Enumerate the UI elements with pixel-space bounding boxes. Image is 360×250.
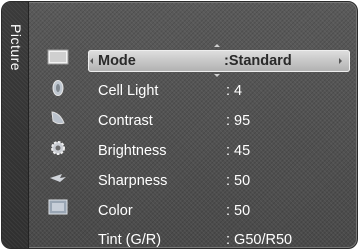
picture-icon[interactable]: [47, 48, 69, 66]
menu-item-label: Brightness: [98, 143, 167, 159]
tv-menu-panel: Picture Mode:Standard Cell Light: 4 Co…: [1, 1, 358, 249]
arrow-right-icon: [339, 58, 342, 64]
sound-icon[interactable]: [47, 79, 69, 97]
channel-icon[interactable]: [47, 109, 69, 127]
category-tab-label: Picture: [8, 24, 24, 72]
menu-item-contrast[interactable]: Contrast : 95: [88, 110, 350, 132]
menu-item-value: : 50: [226, 173, 251, 189]
menu-item-value: :Standard: [224, 53, 292, 69]
menu-item-brightness[interactable]: Brightness : 45: [88, 140, 350, 162]
menu-item-label: Mode: [98, 53, 136, 69]
menu-item-label: Cell Light: [98, 83, 159, 99]
menu-item-label: Color: [98, 203, 133, 219]
application-icon[interactable]: [47, 198, 69, 216]
menu-item-mode[interactable]: Mode :Standard: [88, 44, 350, 77]
menu-item-value: : 4: [226, 83, 243, 99]
menu-item-value: : 50: [226, 203, 251, 219]
menu-item-label: Sharpness: [98, 173, 168, 189]
scroll-up-icon: [214, 44, 220, 47]
menu-item-value: : G50/R50: [226, 232, 293, 248]
menu-item-label: Contrast: [98, 113, 153, 129]
menu-item-cell-light[interactable]: Cell Light : 4: [88, 80, 350, 102]
menu-item-label: Tint (G/R): [98, 232, 162, 248]
category-icon-column: [43, 48, 73, 248]
menu-item-value: : 95: [226, 113, 251, 129]
setup-icon[interactable]: [47, 139, 69, 157]
menu-item-tint[interactable]: Tint (G/R) : G50/R50: [88, 229, 350, 248]
arrow-left-icon: [90, 58, 93, 64]
menu-item-value: : 45: [226, 143, 251, 159]
menu-item-color[interactable]: Color : 50: [88, 200, 350, 222]
menu-item-sharpness[interactable]: Sharpness : 50: [88, 170, 350, 192]
category-tab: Picture: [2, 2, 29, 248]
input-icon[interactable]: [47, 169, 69, 187]
scroll-down-icon: [214, 74, 220, 77]
